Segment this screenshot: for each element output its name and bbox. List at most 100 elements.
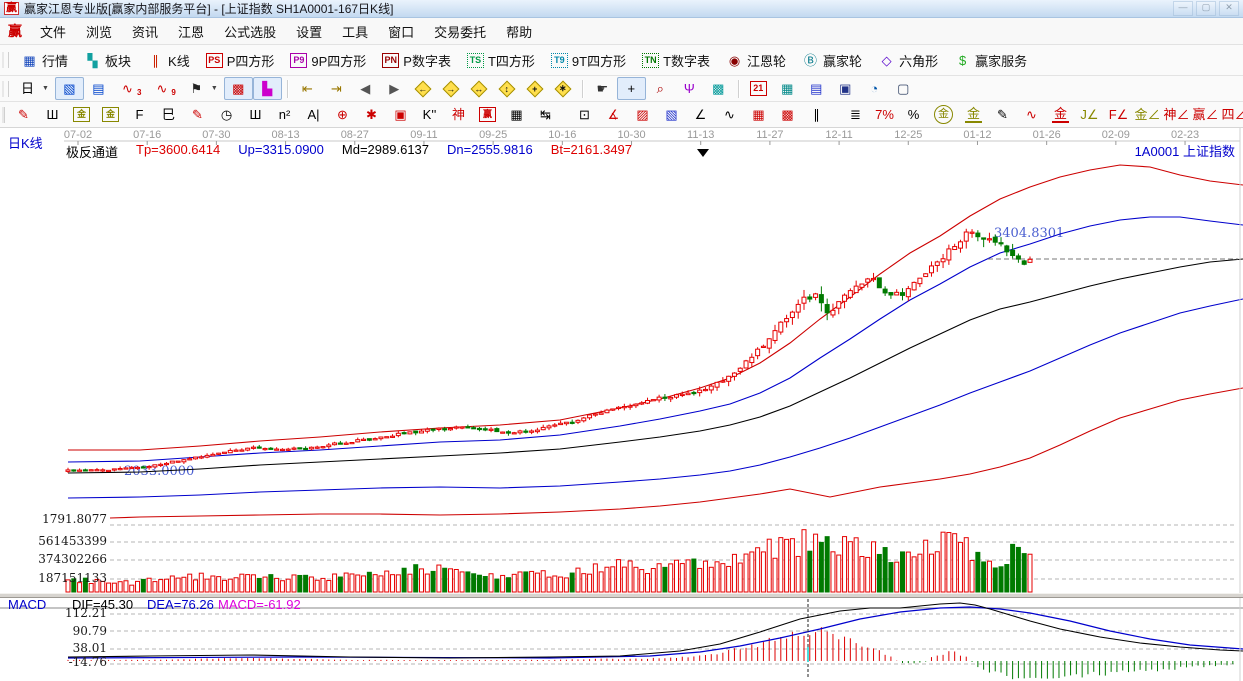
gold-lines-button[interactable]: 金 xyxy=(959,104,988,126)
gann-tool-button[interactable]: Ψ xyxy=(675,77,704,100)
computer-button[interactable]: ▢ xyxy=(889,77,918,100)
menu-item-settings[interactable]: 设置 xyxy=(286,18,332,45)
nav-left-button[interactable]: ← xyxy=(409,78,437,100)
maximize-button[interactable]: ▢ xyxy=(1196,1,1216,16)
menu-item-formula-stock-pick[interactable]: 公式选股 xyxy=(214,18,286,45)
shen-angle-button[interactable]: 神∠ xyxy=(1162,103,1191,126)
menu-item-help[interactable]: 帮助 xyxy=(496,18,542,45)
menu-item-browse[interactable]: 浏览 xyxy=(76,18,122,45)
red-grid-button[interactable]: ▩ xyxy=(224,77,253,100)
prev-button[interactable]: ◀ xyxy=(351,77,380,100)
p-square-button[interactable]: PSP四方形 xyxy=(198,48,283,73)
hexagon-button[interactable]: ◇六角形 xyxy=(870,48,946,73)
ying-box-button[interactable]: 赢 xyxy=(473,104,502,125)
grid-123-button[interactable]: ▦ xyxy=(502,103,531,126)
chart-area[interactable]: 2033.0000 3404.8301 07-0207-1607-3008-13… xyxy=(0,128,1243,681)
menu-item-news[interactable]: 资讯 xyxy=(122,18,168,45)
nav-all-button[interactable]: ∗ xyxy=(549,78,577,100)
toolbar-grip[interactable] xyxy=(2,52,9,68)
flag-button[interactable]: ⚑▼ xyxy=(182,77,224,100)
gold-underline-button[interactable]: 金 xyxy=(1046,104,1075,126)
wave9-button[interactable]: ∿9 xyxy=(147,77,181,100)
gold-circle-button[interactable]: 金 xyxy=(928,102,959,127)
menu-item-trade-entrust[interactable]: 交易委托 xyxy=(424,18,496,45)
fan-lines-button[interactable]: ∡ xyxy=(599,103,628,126)
red-grid-arrow-button[interactable]: ▩ xyxy=(773,103,802,126)
gold-box-button[interactable]: 金 xyxy=(67,104,96,125)
wave-box-button[interactable]: ∿ xyxy=(1017,103,1046,126)
winner-wheel-button[interactable]: Ⓑ赢家轮 xyxy=(794,48,870,73)
circle-cross-button[interactable]: ⊕ xyxy=(328,103,357,126)
angle-fan-button[interactable]: ∠ xyxy=(686,103,715,126)
gold-angle-button[interactable]: 金∠ xyxy=(1133,103,1162,126)
menu-item-file[interactable]: 文件 xyxy=(30,18,76,45)
nine-p-square-button[interactable]: P99P四方形 xyxy=(282,48,374,73)
a-line-button[interactable]: A| xyxy=(299,103,328,126)
zoom-cancel-button[interactable]: ⌕ xyxy=(646,77,675,100)
notes-button[interactable]: ▤ xyxy=(802,77,831,100)
toolbar-grip[interactable] xyxy=(2,81,9,97)
menu-item-window[interactable]: 窗口 xyxy=(378,18,424,45)
clock-ticks-button[interactable]: ◷ xyxy=(212,103,241,126)
crosshair-tool-button[interactable]: + xyxy=(617,77,646,100)
nine-t-square-button[interactable]: T99T四方形 xyxy=(543,48,634,73)
sectors-button[interactable]: ▚板块 xyxy=(76,48,139,73)
save-button[interactable]: ▣ xyxy=(831,77,860,100)
boxed-fan-button[interactable]: ▨ xyxy=(628,103,657,126)
f-ruler-button[interactable]: F xyxy=(125,103,154,126)
zigzag-wave-button[interactable]: ∿ xyxy=(715,103,744,126)
first-page-button[interactable]: ⇤ xyxy=(293,77,322,100)
next-button[interactable]: ▶ xyxy=(380,77,409,100)
f10-info-button[interactable]: ▤ xyxy=(84,77,113,100)
volume-profile-button[interactable]: ▙ xyxy=(253,77,282,100)
nav-right-button[interactable]: → xyxy=(437,78,465,100)
seven-percent-button[interactable]: 7% xyxy=(870,103,899,126)
k-quote-button[interactable]: K'' xyxy=(415,103,444,126)
boxed-star-button[interactable]: ▣ xyxy=(386,103,415,126)
minimize-button[interactable]: — xyxy=(1173,1,1193,16)
n-squared-button[interactable]: n² xyxy=(270,103,299,126)
grid-ruler-button[interactable]: Ш xyxy=(38,103,67,126)
kline-button[interactable]: ∥K线 xyxy=(139,48,198,73)
panel-period-label[interactable]: 日K线 xyxy=(8,133,43,152)
t-number-table-button[interactable]: TNT数字表 xyxy=(634,48,718,73)
quotes-button[interactable]: ▦行情 xyxy=(13,48,76,73)
red-grid2-button[interactable]: ▦ xyxy=(744,103,773,126)
ying-angle-button[interactable]: 赢∠ xyxy=(1191,103,1220,126)
boxed-fan-x-button[interactable]: ▧ xyxy=(657,103,686,126)
p-number-table-button[interactable]: PNP数字表 xyxy=(374,48,459,73)
nav-vspan-button[interactable]: ↕ xyxy=(493,78,521,100)
gann-wheel-button[interactable]: ◉江恩轮 xyxy=(718,48,794,73)
macd-name[interactable]: MACD xyxy=(8,597,72,612)
toolbar-grip[interactable] xyxy=(2,107,5,123)
winner-service-button[interactable]: $赢家服务 xyxy=(946,48,1035,73)
grid-ruler2-button[interactable]: Ш xyxy=(241,103,270,126)
percent-button[interactable]: % xyxy=(899,103,928,126)
calculator-button[interactable]: ▦ xyxy=(773,77,802,100)
last-page-button[interactable]: ⇥ xyxy=(322,77,351,100)
teal-grid-button[interactable]: ▩ xyxy=(704,77,733,100)
parallel-lines-button[interactable]: ∥ xyxy=(802,103,831,126)
gann-pencil-button[interactable]: ✎ xyxy=(9,103,38,126)
si-angle-button[interactable]: 四∠ xyxy=(1220,103,1243,126)
gold-box2-button[interactable]: 金 xyxy=(96,104,125,125)
shen-button[interactable]: 神 xyxy=(444,103,473,126)
nav-hspan-button[interactable]: ↔ xyxy=(465,78,493,100)
world-clock-button[interactable]: ◔ xyxy=(860,77,889,100)
nav-cross-button[interactable]: + xyxy=(521,78,549,100)
box-tool-button[interactable]: ⊡ xyxy=(570,103,599,126)
red-pencil-button[interactable]: ✎ xyxy=(183,103,212,126)
calendar-button[interactable]: 21 xyxy=(744,78,773,99)
f-angle-button[interactable]: F∠ xyxy=(1104,103,1133,126)
close-button[interactable]: ✕ xyxy=(1219,1,1239,16)
comb-scale-button[interactable]: ≣ xyxy=(841,103,870,126)
wave3-button[interactable]: ∿3 xyxy=(113,77,147,100)
j-angle-button[interactable]: J∠ xyxy=(1075,103,1104,126)
menu-item-gann[interactable]: 江恩 xyxy=(168,18,214,45)
chart-pattern-button[interactable]: ▧ xyxy=(55,77,84,100)
period-day-button[interactable]: 日▼ xyxy=(13,77,55,100)
t-square-button[interactable]: TST四方形 xyxy=(459,48,543,73)
hand-tool-button[interactable]: ☛ xyxy=(588,77,617,100)
measure-pencil-button[interactable]: ✎ xyxy=(988,103,1017,126)
width-arrows-button[interactable]: ↹ xyxy=(531,103,560,126)
